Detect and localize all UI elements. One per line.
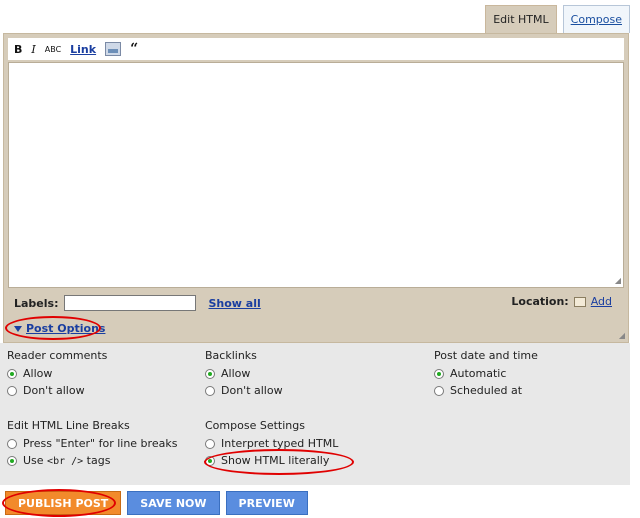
post-editor: B I ABC Link “ ◢ Labels: Show all Locati… (3, 33, 629, 343)
strikethrough-button[interactable]: ABC (45, 45, 61, 54)
post-body-textarea[interactable]: ◢ (8, 62, 624, 288)
compose-settings-group: Compose Settings Interpret typed HTML Sh… (205, 419, 338, 471)
radio-icon[interactable] (205, 385, 215, 396)
option-label: Don't allow (23, 384, 85, 397)
blockquote-button[interactable]: “ (130, 42, 138, 56)
radio-selected-icon[interactable] (205, 368, 215, 379)
location-row: Location: Add (511, 295, 612, 308)
radio-selected-icon[interactable] (434, 368, 444, 379)
link-button[interactable]: Link (70, 43, 96, 56)
post-options-label: Post Options (26, 322, 106, 335)
group-title: Post date and time (434, 349, 538, 362)
post-options-panel: Reader comments Allow Don't allow Backli… (0, 343, 630, 485)
radio-icon[interactable] (7, 385, 17, 396)
publish-post-button[interactable]: PUBLISH POST (5, 491, 122, 515)
post-options-toggle[interactable]: Post Options (14, 322, 105, 335)
bold-button[interactable]: B (14, 43, 22, 56)
line-breaks-use-br[interactable]: Use <br /> tags (7, 454, 177, 467)
backlinks-allow[interactable]: Allow (205, 367, 283, 380)
option-label: Press "Enter" for line breaks (23, 437, 178, 450)
option-label: Scheduled at (450, 384, 523, 397)
image-icon[interactable] (105, 42, 122, 56)
formatting-toolbar: B I ABC Link “ (8, 38, 624, 60)
option-label: Don't allow (221, 384, 283, 397)
location-map-icon (573, 296, 586, 307)
add-location-link[interactable]: Add (591, 295, 612, 308)
italic-button[interactable]: I (31, 43, 35, 56)
line-breaks-press-enter[interactable]: Press "Enter" for line breaks (7, 437, 177, 450)
option-label: Allow (23, 367, 53, 380)
group-title: Edit HTML Line Breaks (7, 419, 130, 432)
backlinks-group: Backlinks Allow Don't allow (205, 349, 283, 401)
radio-selected-icon[interactable] (7, 455, 17, 466)
location-label: Location: (511, 295, 569, 308)
compose-interpret-html[interactable]: Interpret typed HTML (205, 437, 338, 450)
reader-comments-allow[interactable]: Allow (7, 367, 107, 380)
group-title: Backlinks (205, 349, 257, 362)
radio-selected-icon[interactable] (7, 368, 17, 379)
editor-mode-tabs: Edit HTML Compose (485, 5, 630, 33)
save-now-button[interactable]: SAVE NOW (127, 491, 220, 515)
group-title: Reader comments (7, 349, 108, 362)
resize-grip-icon[interactable]: ◢ (619, 331, 625, 340)
line-breaks-group: Edit HTML Line Breaks Press "Enter" for … (7, 419, 177, 471)
option-label: Allow (221, 367, 251, 380)
radio-icon[interactable] (205, 438, 215, 449)
triangle-down-icon (14, 325, 22, 332)
reader-comments-group: Reader comments Allow Don't allow (7, 349, 107, 401)
labels-label: Labels: (14, 296, 59, 310)
tab-compose[interactable]: Compose (562, 5, 630, 33)
backlinks-dont-allow[interactable]: Don't allow (205, 384, 283, 397)
option-label: Use <br /> tags (23, 454, 111, 467)
tab-edit-html[interactable]: Edit HTML (485, 5, 557, 33)
preview-button[interactable]: PREVIEW (225, 491, 308, 515)
post-date-scheduled[interactable]: Scheduled at (434, 384, 538, 397)
resize-grip-icon[interactable]: ◢ (615, 276, 621, 285)
labels-row: Labels: Show all (14, 295, 261, 311)
post-date-group: Post date and time Automatic Scheduled a… (434, 349, 538, 401)
radio-icon[interactable] (7, 438, 17, 449)
show-all-labels-link[interactable]: Show all (208, 297, 260, 310)
option-label: Interpret typed HTML (221, 437, 339, 450)
post-date-automatic[interactable]: Automatic (434, 367, 538, 380)
compose-show-html-literally[interactable]: Show HTML literally (205, 454, 338, 467)
option-label: Show HTML literally (221, 454, 330, 467)
group-title: Compose Settings (205, 419, 305, 432)
option-label: Automatic (450, 367, 507, 380)
action-buttons: PUBLISH POST SAVE NOW PREVIEW (5, 491, 308, 515)
radio-icon[interactable] (434, 385, 444, 396)
reader-comments-dont-allow[interactable]: Don't allow (7, 384, 107, 397)
labels-input[interactable] (64, 295, 197, 311)
radio-selected-icon[interactable] (205, 455, 215, 466)
